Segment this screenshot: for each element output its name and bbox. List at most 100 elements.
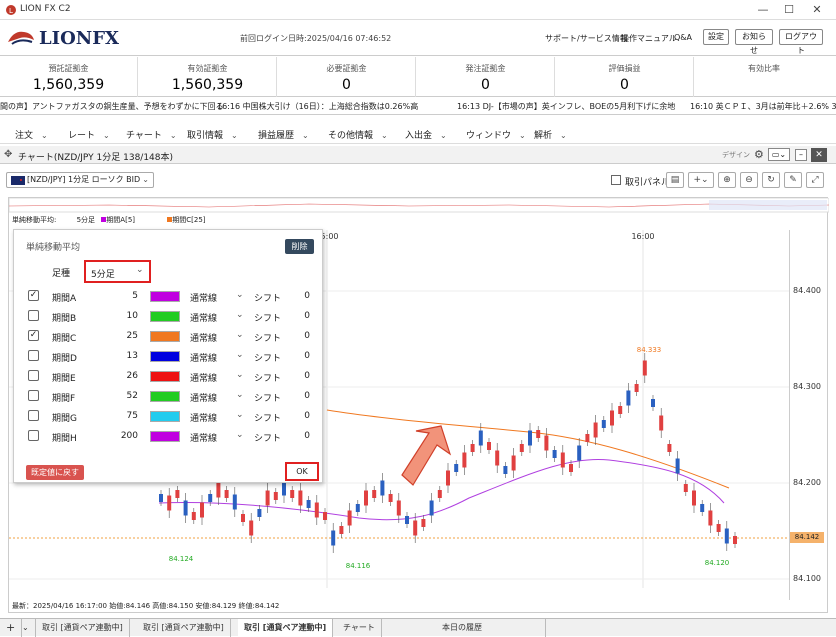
menu-pnl-history[interactable]: 損益履歴 ⌄: [258, 128, 309, 141]
expand-icon[interactable]: ⤢: [806, 172, 824, 188]
period-value[interactable]: 10: [106, 311, 138, 321]
color-swatch[interactable]: [150, 331, 180, 342]
line-type[interactable]: 通常線: [190, 331, 217, 344]
color-swatch[interactable]: [150, 391, 180, 402]
line-type[interactable]: 通常線: [190, 391, 217, 404]
overview-window[interactable]: [709, 200, 827, 210]
color-swatch[interactable]: [150, 291, 180, 302]
menu-chart[interactable]: チャート ⌄: [126, 128, 177, 141]
ticker-item[interactable]: 16:13 DJ-【市場の声】英インフレ、BOEの5月利下げに余地: [457, 101, 675, 112]
move-icon[interactable]: ✥: [4, 149, 12, 160]
maximize-button[interactable]: ☐: [776, 2, 802, 18]
refresh-icon[interactable]: ↻: [762, 172, 780, 188]
chevron-down-icon[interactable]: ⌄: [236, 290, 244, 300]
period-value[interactable]: 200: [106, 431, 138, 441]
tab-trade-active[interactable]: 取引 [通貨ペア連動中]: [238, 619, 334, 637]
ok-button[interactable]: OK: [285, 462, 319, 481]
shift-value[interactable]: 0: [294, 311, 310, 321]
candle: [183, 500, 188, 516]
symbol-selector[interactable]: [NZD/JPY] 1分足 ローソク BID ⌄: [6, 172, 154, 188]
tab-chart[interactable]: チャート: [337, 619, 382, 637]
shift-value[interactable]: 0: [294, 331, 310, 341]
chevron-down-icon[interactable]: ⌄: [236, 390, 244, 400]
line-type[interactable]: 通常線: [190, 431, 217, 444]
shift-value[interactable]: 0: [294, 411, 310, 421]
chevron-down-icon[interactable]: ⌄: [236, 330, 244, 340]
timeframe-select[interactable]: 5分足 ⌄: [84, 260, 151, 283]
qa-link[interactable]: Q&A: [674, 33, 692, 42]
period-checkbox[interactable]: [28, 370, 39, 381]
tab-trade[interactable]: 取引 [通貨ペア連動中]: [36, 619, 130, 637]
news-ticker[interactable]: 間の声】アントファガスタの銅生産量、予想をわずかに下回る 16:16 中国株大引…: [0, 98, 836, 115]
menu-rate[interactable]: レート ⌄: [68, 128, 110, 141]
ticker-item[interactable]: 16:16 中国株大引け（16日）：上海総合指数は0.26%高: [217, 101, 418, 112]
chevron-down-icon[interactable]: ⌄: [16, 619, 36, 637]
menu-window[interactable]: ウィンドウ ⌄: [466, 128, 526, 141]
zoom-out-icon[interactable]: ⊖: [740, 172, 758, 188]
support-link[interactable]: サポート/サービス情報: [545, 33, 628, 44]
chevron-down-icon[interactable]: ⌄: [236, 430, 244, 440]
color-swatch[interactable]: [150, 411, 180, 422]
manual-link[interactable]: 操作マニュアル: [621, 33, 677, 44]
chevron-down-icon[interactable]: ⌄: [236, 310, 244, 320]
chevron-down-icon[interactable]: ⌄: [236, 370, 244, 380]
settings-button[interactable]: 設定: [703, 29, 729, 45]
overview-strip[interactable]: [8, 197, 830, 213]
tab-trade[interactable]: 取引 [通貨ペア連動中]: [137, 619, 231, 637]
shift-value[interactable]: 0: [294, 291, 310, 301]
layout-icon[interactable]: ▭⌄: [768, 148, 790, 161]
ticker-item[interactable]: 16:10 英ＣＰＩ、3月は前年比＋2.6% 3カ: [690, 101, 836, 112]
shift-value[interactable]: 0: [294, 391, 310, 401]
period-checkbox[interactable]: [28, 390, 39, 401]
legend-c: 期間C[25]: [172, 216, 206, 224]
period-checkbox[interactable]: ✓: [28, 330, 39, 341]
minimize-button[interactable]: —: [750, 2, 776, 18]
reset-defaults-button[interactable]: 既定値に戻す: [26, 465, 84, 480]
zoom-in-icon[interactable]: ⊕: [718, 172, 736, 188]
trade-panel-checkbox[interactable]: [611, 175, 621, 185]
period-value[interactable]: 52: [106, 391, 138, 401]
color-swatch[interactable]: [150, 351, 180, 362]
chevron-down-icon[interactable]: ⌄: [236, 410, 244, 420]
line-type[interactable]: 通常線: [190, 311, 217, 324]
color-swatch[interactable]: [150, 431, 180, 442]
line-type[interactable]: 通常線: [190, 371, 217, 384]
period-value[interactable]: 5: [106, 291, 138, 301]
shift-value[interactable]: 0: [294, 431, 310, 441]
period-checkbox[interactable]: [28, 410, 39, 421]
notice-button[interactable]: お知らせ: [735, 29, 773, 55]
tab-today-history[interactable]: 本日の履歴: [436, 619, 546, 637]
period-value[interactable]: 75: [106, 411, 138, 421]
indicator-icon[interactable]: ▤: [666, 172, 684, 188]
period-checkbox[interactable]: [28, 430, 39, 441]
draw-icon[interactable]: ✎: [784, 172, 802, 188]
menu-deposit[interactable]: 入出金 ⌄: [405, 128, 447, 141]
gear-icon[interactable]: ⚙: [754, 148, 764, 161]
color-swatch[interactable]: [150, 371, 180, 382]
line-type[interactable]: 通常線: [190, 411, 217, 424]
crosshair-icon[interactable]: +⌄: [688, 172, 714, 188]
shift-value[interactable]: 0: [294, 351, 310, 361]
minimize-panel-icon[interactable]: –: [795, 149, 807, 161]
menu-trade-info[interactable]: 取引情報 ⌄: [187, 128, 238, 141]
delete-button[interactable]: 削除: [285, 239, 314, 254]
logout-button[interactable]: ログアウト: [779, 29, 823, 55]
period-value[interactable]: 13: [106, 351, 138, 361]
line-type[interactable]: 通常線: [190, 351, 217, 364]
line-type[interactable]: 通常線: [190, 291, 217, 304]
menu-other-info[interactable]: その他情報 ⌄: [328, 128, 388, 141]
chevron-down-icon[interactable]: ⌄: [236, 350, 244, 360]
period-value[interactable]: 25: [106, 331, 138, 341]
period-checkbox[interactable]: ✓: [28, 290, 39, 301]
color-swatch[interactable]: [150, 311, 180, 322]
design-label[interactable]: デザイン: [722, 150, 750, 160]
period-checkbox[interactable]: [28, 350, 39, 361]
period-checkbox[interactable]: [28, 310, 39, 321]
close-button[interactable]: ✕: [804, 2, 830, 18]
menu-analysis[interactable]: 解析 ⌄: [534, 128, 567, 141]
close-panel-icon[interactable]: ✕: [811, 148, 827, 162]
menu-order[interactable]: 注文 ⌄: [15, 128, 48, 141]
shift-value[interactable]: 0: [294, 371, 310, 381]
period-value[interactable]: 26: [106, 371, 138, 381]
ticker-item[interactable]: 間の声】アントファガスタの銅生産量、予想をわずかに下回る: [0, 101, 224, 112]
